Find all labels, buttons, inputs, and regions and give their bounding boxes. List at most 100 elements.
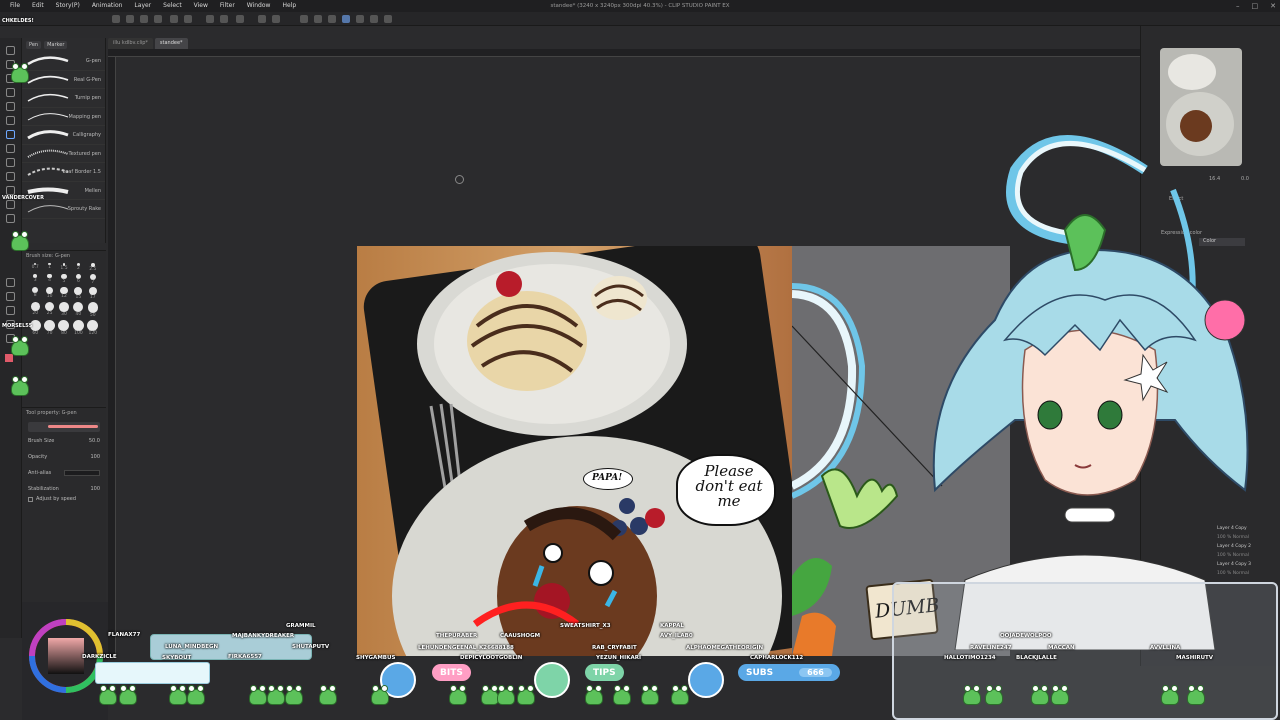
menu-animation[interactable]: Animation <box>86 0 129 12</box>
brush-size-option[interactable]: 10 <box>42 286 56 300</box>
move-tool-icon[interactable] <box>6 46 15 55</box>
brush-size-option[interactable]: 40 <box>71 302 85 318</box>
pen-tool-icon[interactable] <box>6 116 15 125</box>
brush-size-option[interactable]: 1.5 <box>57 263 71 272</box>
tab-pen[interactable]: Pen <box>26 41 42 49</box>
opacity-value[interactable]: 100 <box>90 454 100 460</box>
open-icon[interactable] <box>140 15 148 23</box>
ruler-tool-icon[interactable] <box>6 292 15 301</box>
antialias-selector[interactable] <box>64 470 100 476</box>
frame-tool-icon[interactable] <box>6 278 15 287</box>
settings-icon[interactable] <box>384 15 392 23</box>
pencil-tool-icon[interactable] <box>6 130 15 139</box>
brush-size-dot <box>74 286 83 295</box>
brush-size-option[interactable]: 4 <box>42 273 56 285</box>
brush-size-option[interactable]: 20 <box>28 302 42 318</box>
brush-size-option[interactable]: 12 <box>57 286 71 300</box>
brush-size-option[interactable]: 6 <box>71 273 85 285</box>
snap-icon[interactable] <box>300 15 308 23</box>
brush-item[interactable]: Leaf Border 1.5 <box>22 163 105 182</box>
brush-size-option[interactable]: 3 <box>28 273 42 285</box>
brush-item[interactable]: Real G-Pen <box>22 71 105 89</box>
tab-illu[interactable]: illu kdlbv.clip* <box>108 38 153 49</box>
menu-select[interactable]: Select <box>157 0 188 12</box>
brush-label: Calligraphy <box>72 132 101 138</box>
brush-size-option[interactable]: 15 <box>71 286 85 300</box>
undo-icon[interactable] <box>206 15 214 23</box>
lasso-tool-icon[interactable] <box>6 88 15 97</box>
brush-size-option[interactable]: 120 <box>86 319 100 336</box>
maximize-icon[interactable]: □ <box>1252 0 1259 12</box>
brush-size-option[interactable]: 1 <box>42 263 56 272</box>
brush-size-option[interactable]: 2.5 <box>86 263 100 272</box>
brush-item[interactable]: Textured pen <box>22 145 105 163</box>
print-icon[interactable] <box>184 15 192 23</box>
tips-label: TIPS <box>593 667 616 678</box>
brush-size-dot <box>88 286 97 296</box>
brush-size-title: Brush size: G-pen <box>26 253 71 259</box>
menu-story[interactable]: Story(P) <box>50 0 86 12</box>
brush-size-option[interactable]: 17 <box>86 286 100 301</box>
brush-item[interactable]: G-pen <box>22 52 105 71</box>
frog-mascot-icon <box>640 684 660 706</box>
close-icon[interactable]: ✕ <box>1270 0 1276 12</box>
menu-icon[interactable] <box>112 15 120 23</box>
fill-tool-icon[interactable] <box>6 186 15 195</box>
brush-tool-icon[interactable] <box>6 144 15 153</box>
stabilization-value[interactable]: 100 <box>90 486 100 492</box>
grid-icon[interactable] <box>328 15 336 23</box>
grid-snap-icon[interactable] <box>370 15 378 23</box>
menu-file[interactable]: File <box>4 0 26 12</box>
fill-icon[interactable] <box>258 15 266 23</box>
brush-item[interactable]: Sprouty Rake <box>22 200 105 219</box>
brush-size-option[interactable]: 0.7 <box>28 263 42 272</box>
brush-item[interactable]: Calligraphy <box>22 126 105 145</box>
brush-size-value: 17 <box>89 295 96 301</box>
brush-size-option[interactable]: 80 <box>57 319 71 336</box>
chatter-name: VANDERCOVER <box>2 195 44 201</box>
minimize-icon[interactable]: – <box>1236 0 1240 12</box>
menu-help[interactable]: Help <box>276 0 302 12</box>
ruler-icon[interactable] <box>314 15 322 23</box>
snap-special-icon[interactable] <box>356 15 364 23</box>
brush-size-option[interactable]: 25 <box>42 302 56 318</box>
brush-size-option[interactable]: 5 <box>57 273 71 285</box>
menu-edit[interactable]: Edit <box>26 0 50 12</box>
brush-size-value[interactable]: 50.0 <box>89 438 100 444</box>
brush-size-option[interactable]: 50 <box>86 302 100 318</box>
tab-standee[interactable]: standee* <box>154 38 188 49</box>
airbrush-tool-icon[interactable] <box>6 158 15 167</box>
gradient-tool-icon[interactable] <box>6 200 15 209</box>
figure-tool-icon[interactable] <box>6 214 15 223</box>
frog-mascot-icon <box>370 684 390 706</box>
brush-item[interactable]: Mapping pen <box>22 108 105 126</box>
brush-size-option[interactable]: 70 <box>42 319 56 336</box>
menu-layer[interactable]: Layer <box>128 0 157 12</box>
brush-size-option[interactable]: 8 <box>28 286 42 300</box>
chatter-name: YEZUN_HIKARI <box>596 655 641 661</box>
redo-icon[interactable] <box>220 15 228 23</box>
chatter-name: MAJBANKYDREAKER <box>232 633 295 639</box>
tab-marker[interactable]: Marker <box>44 41 68 49</box>
menu-view[interactable]: View <box>188 0 214 12</box>
adjust-checkbox[interactable] <box>28 496 33 502</box>
export-icon[interactable] <box>170 15 178 23</box>
brush-size-option[interactable]: 30 <box>57 302 71 318</box>
snap-ruler-icon[interactable] <box>342 15 350 23</box>
chatter-name: THEPURABER <box>436 633 478 639</box>
menu-window[interactable]: Window <box>241 0 277 12</box>
brush-size-option[interactable]: 100 <box>71 319 85 336</box>
text-tool-icon[interactable] <box>6 306 15 315</box>
eyedropper-tool-icon[interactable] <box>6 102 15 111</box>
brush-size-option[interactable]: 2 <box>71 263 85 272</box>
menu-filter[interactable]: Filter <box>214 0 241 12</box>
save-icon[interactable] <box>154 15 162 23</box>
transform-icon[interactable] <box>272 15 280 23</box>
brush-item[interactable]: Turnip pen <box>22 89 105 108</box>
new-icon[interactable] <box>126 15 134 23</box>
eraser-tool-icon[interactable] <box>6 172 15 181</box>
brush-size-option[interactable]: 7 <box>86 273 100 285</box>
clear-icon[interactable] <box>236 15 244 23</box>
frog-mascot-icon <box>10 375 30 397</box>
papa-text: PAPA! <box>592 473 623 483</box>
